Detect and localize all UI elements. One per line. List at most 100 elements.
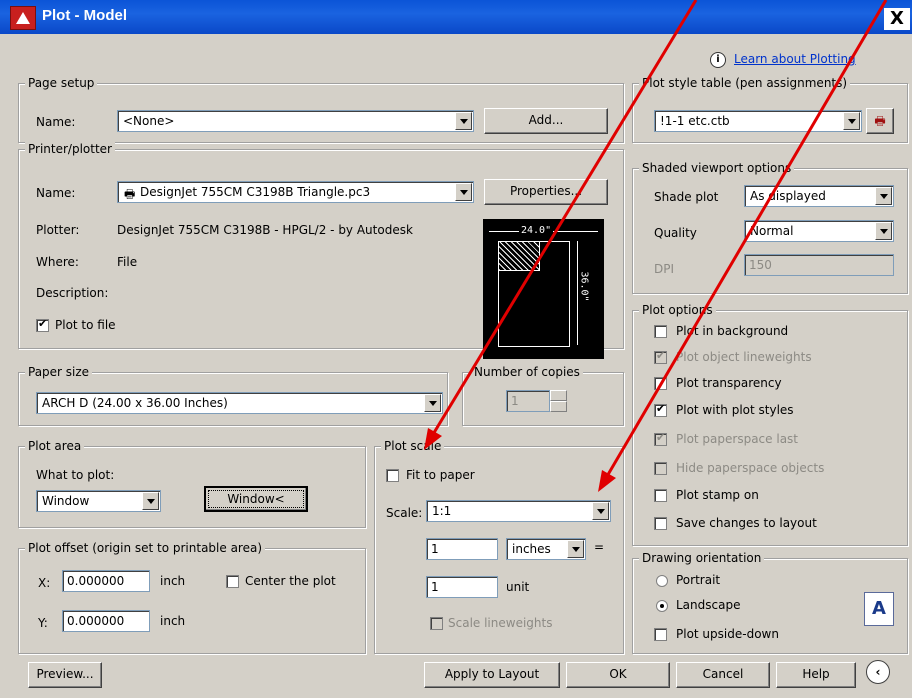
page-setup-name-value: <None>: [123, 114, 175, 128]
printer-edit-icon: 🖶: [874, 114, 886, 128]
scale-numerator-input[interactable]: 1: [426, 538, 498, 560]
plot-area-group: Plot area: [18, 439, 366, 528]
offset-x-unit: inch: [160, 574, 186, 588]
offset-x-label: X:: [38, 576, 51, 590]
chevron-down-icon[interactable]: [455, 112, 472, 130]
center-plot-label: Center the plot: [245, 574, 336, 588]
scale-lineweights-label: Scale lineweights: [448, 616, 553, 630]
plot-upside-down-label: Plot upside-down: [676, 627, 779, 641]
spin-down-icon[interactable]: [550, 401, 567, 412]
spin-up-icon[interactable]: [550, 390, 567, 401]
chevron-down-icon[interactable]: [875, 222, 892, 240]
learn-about-plotting-link[interactable]: Learn about Plotting: [734, 52, 856, 66]
what-to-plot-select[interactable]: Window: [36, 490, 161, 512]
ok-button[interactable]: OK: [566, 662, 670, 688]
plot-object-lineweights-checkbox[interactable]: [654, 349, 667, 364]
preview-height-label: 36.0": [578, 271, 590, 302]
chevron-down-icon[interactable]: [592, 502, 609, 520]
paper-preview: 24.0" 36.0": [483, 219, 604, 359]
shade-plot-select[interactable]: As displayed: [744, 185, 894, 207]
scale-units-select[interactable]: inches: [506, 538, 586, 560]
portrait-label: Portrait: [676, 573, 721, 587]
add-button[interactable]: Add...: [484, 108, 608, 134]
chevron-down-icon[interactable]: [843, 112, 860, 130]
plot-paperspace-last-label: Plot paperspace last: [676, 432, 798, 446]
portrait-radio[interactable]: [656, 575, 668, 587]
orientation-preview-icon: A: [864, 592, 894, 626]
edit-plot-style-button[interactable]: 🖶: [866, 108, 894, 134]
what-to-plot-value: Window: [42, 494, 90, 508]
close-button[interactable]: X: [884, 8, 910, 30]
hide-paperspace-objects-checkbox[interactable]: [654, 462, 667, 475]
preview-button[interactable]: Preview...: [28, 662, 102, 688]
scale-unit-label: unit: [506, 580, 530, 594]
plot-in-background-label: Plot in background: [676, 324, 789, 338]
chevron-down-icon[interactable]: [567, 540, 584, 558]
where-label: Where:: [36, 255, 79, 269]
fit-to-paper-label: Fit to paper: [406, 468, 475, 482]
shaded-viewport-legend: Shaded viewport options: [639, 161, 795, 175]
plot-style-table-value: !1-1 etc.ctb: [660, 114, 730, 128]
plot-in-background-checkbox[interactable]: [654, 325, 667, 338]
title-bar: Plot - Model X: [0, 0, 912, 34]
plot-upside-down-checkbox[interactable]: [654, 628, 667, 641]
save-changes-to-layout-checkbox[interactable]: [654, 517, 667, 530]
plot-area-legend: Plot area: [25, 439, 85, 453]
printable-area: [498, 241, 540, 271]
help-button[interactable]: Help: [776, 662, 856, 688]
plot-offset-group: Plot offset (origin set to printable are…: [18, 541, 366, 654]
scale-denominator-input[interactable]: 1: [426, 576, 498, 598]
plot-transparency-label: Plot transparency: [676, 376, 782, 390]
scale-lineweights-checkbox[interactable]: [430, 617, 443, 630]
page-setup-name-select[interactable]: <None>: [117, 110, 474, 132]
center-plot-checkbox[interactable]: [226, 575, 239, 588]
scale-label: Scale:: [386, 506, 423, 520]
drawing-orientation-legend: Drawing orientation: [639, 551, 765, 565]
offset-x-input[interactable]: 0.000000: [62, 570, 150, 592]
autocad-app-icon: [10, 6, 36, 30]
printer-icon: 🖶: [124, 187, 136, 201]
chevron-down-icon[interactable]: [424, 394, 441, 412]
landscape-radio[interactable]: [656, 600, 668, 612]
printer-name-select[interactable]: 🖶 DesignJet 755CM C3198B Triangle.pc3: [117, 181, 474, 203]
landscape-label: Landscape: [676, 598, 741, 612]
printer-plotter-legend: Printer/plotter: [25, 142, 115, 156]
scale-value: 1:1: [432, 504, 452, 518]
plot-stamp-on-checkbox[interactable]: [654, 489, 667, 502]
paper-size-select[interactable]: ARCH D (24.00 x 36.00 Inches): [36, 392, 443, 414]
apply-to-layout-button[interactable]: Apply to Layout: [424, 662, 560, 688]
where-value: File: [117, 255, 138, 269]
fit-to-paper-checkbox[interactable]: [386, 469, 399, 482]
plot-transparency-checkbox[interactable]: [654, 377, 667, 390]
plotter-label: Plotter:: [36, 223, 80, 237]
info-icon: i: [710, 52, 726, 68]
plot-offset-legend: Plot offset (origin set to printable are…: [25, 541, 266, 555]
preview-width-label: 24.0": [519, 225, 554, 236]
chevron-down-icon[interactable]: [455, 183, 472, 201]
offset-y-input[interactable]: 0.000000: [62, 610, 150, 632]
dpi-input[interactable]: 150: [744, 254, 894, 276]
plotter-value: DesignJet 755CM C3198B - HPGL/2 - by Aut…: [117, 223, 413, 237]
collapse-chevron-left-icon[interactable]: ‹: [866, 660, 890, 684]
plot-to-file-checkbox[interactable]: [36, 317, 49, 332]
what-to-plot-label: What to plot:: [36, 468, 115, 482]
paper-size-legend: Paper size: [25, 365, 93, 379]
plot-style-table-select[interactable]: !1-1 etc.ctb: [654, 110, 862, 132]
copies-stepper[interactable]: [550, 390, 567, 412]
offset-y-label: Y:: [38, 616, 48, 630]
scale-select[interactable]: 1:1: [426, 500, 611, 522]
copies-input[interactable]: 1: [506, 390, 550, 412]
quality-select[interactable]: Normal: [744, 220, 894, 242]
plot-paperspace-last-checkbox[interactable]: [654, 431, 667, 446]
properties-button[interactable]: Properties...: [484, 179, 608, 205]
chevron-down-icon[interactable]: [875, 187, 892, 205]
window-pick-button[interactable]: Window<: [204, 486, 308, 512]
hide-paperspace-objects-label: Hide paperspace objects: [676, 461, 825, 475]
chevron-down-icon[interactable]: [142, 492, 159, 510]
cancel-button[interactable]: Cancel: [676, 662, 770, 688]
plot-with-plot-styles-label: Plot with plot styles: [676, 403, 794, 417]
quality-label: Quality: [654, 226, 697, 240]
plot-object-lineweights-label: Plot object lineweights: [676, 350, 812, 364]
printer-name-value: DesignJet 755CM C3198B Triangle.pc3: [140, 185, 371, 199]
plot-with-plot-styles-checkbox[interactable]: [654, 402, 667, 417]
